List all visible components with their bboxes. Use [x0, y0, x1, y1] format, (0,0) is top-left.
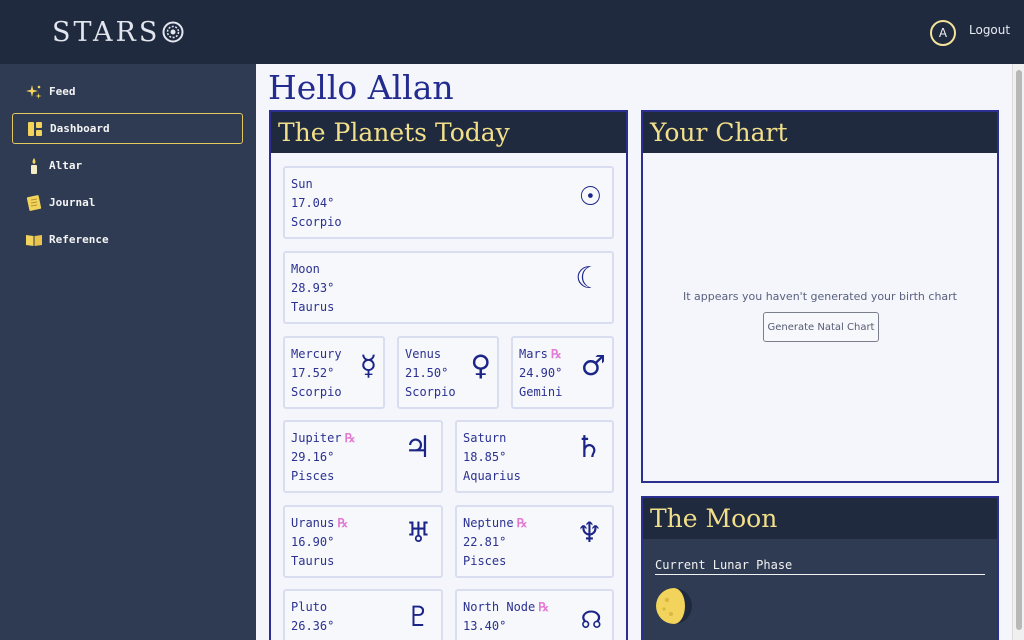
- planet-name: Moon: [291, 262, 320, 276]
- mercury-glyph-icon: ☿: [359, 349, 377, 382]
- venus-glyph-icon: ♀: [470, 349, 491, 382]
- retrograde-badge: ℞: [538, 600, 550, 614]
- planet-card-sun: Sun 17.04° Scorpio ☉: [283, 166, 614, 239]
- planet-sign: Aquarius: [463, 469, 521, 483]
- sun-glyph-icon: ☉: [578, 182, 602, 212]
- panel-title: Your Chart: [643, 112, 997, 153]
- planet-card-moon: Moon 28.93° Taurus ☾: [283, 251, 614, 324]
- planet-name: Uranus: [291, 516, 335, 530]
- brand-name: STARS: [52, 16, 161, 48]
- main-scrollbar[interactable]: [1012, 64, 1024, 640]
- planet-card-pluto: Pluto 26.36° ♇: [283, 589, 443, 640]
- planet-sign: Gemini: [519, 385, 563, 399]
- panel-title: The Moon: [643, 498, 997, 539]
- planet-name: North Node: [463, 600, 536, 614]
- planet-card-mercury: Mercury 17.52° Scorpio ☿: [283, 336, 385, 409]
- planet-degree: 17.04°: [291, 196, 335, 210]
- planet-card-uranus: Uranus ℞ 16.90° Taurus ♅: [283, 505, 443, 578]
- sidebar-item-label: Dashboard: [50, 122, 110, 135]
- planet-name: Sun: [291, 177, 313, 191]
- planet-sign: Scorpio: [291, 215, 342, 229]
- sidebar-item-journal[interactable]: Journal: [12, 187, 243, 218]
- saturn-glyph-icon: ♄: [575, 430, 602, 465]
- planet-sign: Taurus: [291, 300, 335, 314]
- lunar-phase-label: Current Lunar Phase: [655, 558, 985, 575]
- sparkles-icon: [26, 84, 42, 100]
- neptune-glyph-icon: ♆: [576, 516, 602, 549]
- moon-panel-body: [643, 539, 997, 640]
- moon-panel: The Moon Current Lunar Phase: [641, 496, 999, 640]
- planet-sign: Scorpio: [291, 385, 342, 399]
- uranus-glyph-icon: ♅: [405, 516, 431, 549]
- moon-glyph-icon: ☾: [575, 261, 602, 296]
- sidebar-item-feed[interactable]: Feed: [12, 76, 243, 107]
- jupiter-glyph-icon: ♃: [404, 430, 431, 465]
- sidebar: Feed Dashboard Altar Journal Reference: [0, 64, 256, 640]
- planet-card-saturn: Saturn 18.85° Aquarius ♄: [455, 420, 614, 493]
- sidebar-item-label: Altar: [49, 159, 83, 172]
- page-title: Hello Allan: [268, 68, 454, 107]
- planet-sign: Taurus: [291, 554, 335, 568]
- planet-sign: Scorpio: [405, 385, 456, 399]
- sidebar-item-altar[interactable]: Altar: [12, 150, 243, 181]
- planets-panel: The Planets Today Sun 17.04° Scorpio ☉ M…: [269, 110, 628, 640]
- sidebar-item-dashboard[interactable]: Dashboard: [12, 113, 243, 144]
- dashboard-icon: [27, 121, 43, 137]
- pluto-glyph-icon: ♇: [405, 600, 431, 633]
- journal-icon: [26, 194, 42, 211]
- panel-title: The Planets Today: [271, 112, 626, 153]
- waning-gibbous-moon-icon: [656, 588, 692, 624]
- planet-sign: Pisces: [463, 554, 507, 568]
- scrollbar-thumb[interactable]: [1016, 70, 1022, 630]
- planet-card-venus: Venus 21.50° Scorpio ♀: [397, 336, 499, 409]
- brand-logo[interactable]: STARS: [52, 14, 184, 50]
- planet-card-mars: Mars ℞ 24.90° Gemini ♂: [511, 336, 614, 409]
- generate-natal-chart-button[interactable]: Generate Natal Chart: [763, 312, 879, 342]
- chart-panel: Your Chart It appears you haven't genera…: [641, 110, 999, 483]
- chart-empty-message: It appears you haven't generated your bi…: [682, 290, 957, 303]
- main-content: Hello Allan The Planets Today Sun 17.04°…: [256, 64, 1012, 640]
- logout-link[interactable]: Logout: [969, 23, 1010, 37]
- sidebar-item-label: Reference: [49, 233, 109, 246]
- sidebar-item-label: Feed: [49, 85, 76, 98]
- retrograde-badge: ℞: [344, 431, 356, 445]
- retrograde-badge: ℞: [516, 516, 528, 530]
- planet-card-jupiter: Jupiter ℞ 29.16° Pisces ♃: [283, 420, 443, 493]
- sidebar-item-reference[interactable]: Reference: [12, 224, 243, 255]
- planet-degree: 28.93°: [291, 281, 335, 295]
- book-icon: [26, 232, 42, 248]
- candle-icon: [26, 157, 42, 174]
- planet-name: Neptune: [463, 516, 514, 530]
- retrograde-badge: ℞: [550, 347, 562, 361]
- planet-card-north-node: North Node ℞ 13.40° ☊: [455, 589, 614, 640]
- planet-name: Jupiter: [291, 431, 342, 445]
- mars-glyph-icon: ♂: [580, 349, 606, 382]
- top-bar: STARS A Logout: [0, 0, 1024, 64]
- planet-card-neptune: Neptune ℞ 22.81° Pisces ♆: [455, 505, 614, 578]
- north-node-glyph-icon: ☊: [580, 606, 602, 634]
- sidebar-item-label: Journal: [49, 196, 96, 209]
- planet-sign: Pisces: [291, 469, 335, 483]
- sun-disc-icon: [162, 21, 184, 43]
- avatar[interactable]: A: [930, 20, 956, 46]
- retrograde-badge: ℞: [337, 516, 349, 530]
- planet-name: Mars: [519, 347, 548, 361]
